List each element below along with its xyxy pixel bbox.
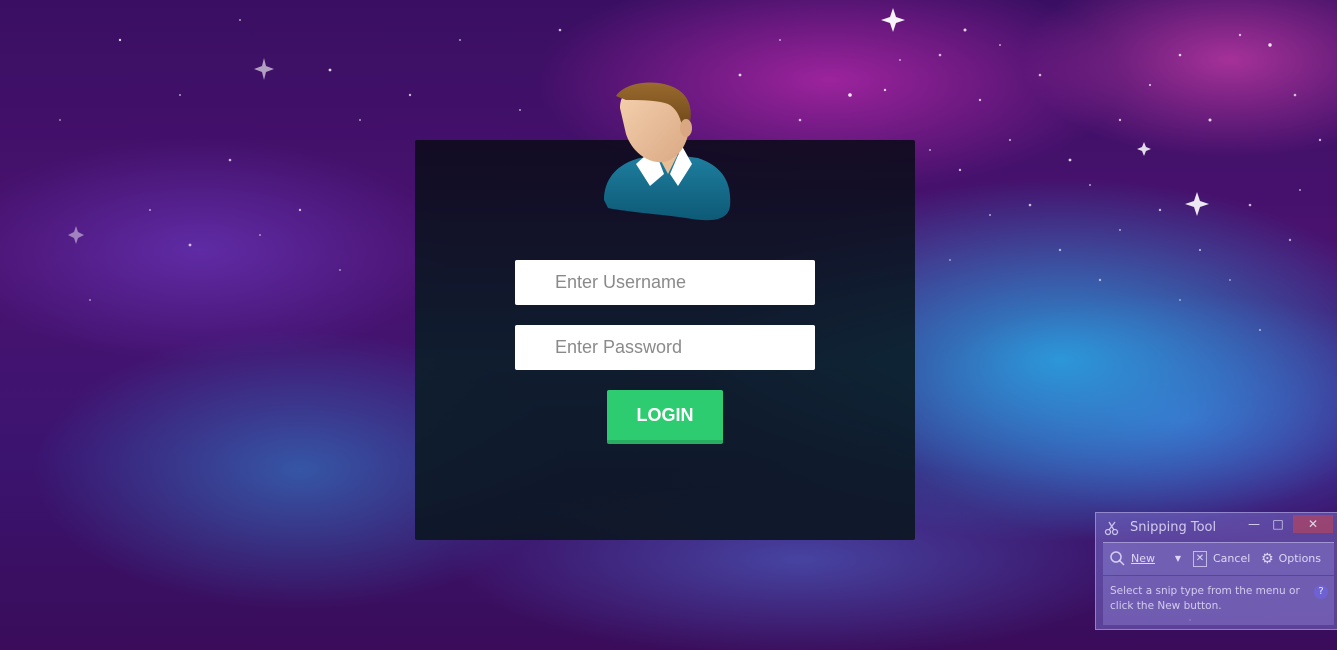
new-snip-icon — [1110, 551, 1125, 566]
cancel-snip-button[interactable]: ✕ Cancel — [1193, 543, 1250, 575]
help-icon[interactable]: ? — [1314, 585, 1328, 599]
options-label: Options — [1278, 552, 1322, 565]
snipping-tool-window[interactable]: Snipping Tool — □ ✕ New ▼ ✕ Cancel ⚙ Optio… — [1095, 512, 1337, 630]
new-dropdown-arrow[interactable]: ▼ — [1173, 543, 1183, 575]
gear-icon: ⚙ — [1261, 551, 1274, 567]
new-label: New — [1131, 552, 1155, 565]
cancel-label: Cancel — [1213, 552, 1251, 565]
close-button[interactable]: ✕ — [1293, 515, 1333, 533]
scissors-icon — [1104, 521, 1119, 535]
snipping-tool-title: Snipping Tool — [1130, 520, 1217, 535]
snipping-tool-instructions: Select a snip type from the menu or clic… — [1110, 585, 1300, 612]
minimize-button[interactable]: — — [1243, 515, 1265, 533]
cancel-icon: ✕ — [1193, 551, 1207, 567]
options-button[interactable]: ⚙ Options — [1261, 543, 1321, 575]
password-input[interactable] — [515, 325, 815, 370]
user-avatar-icon — [604, 82, 731, 221]
login-button[interactable]: LOGIN — [607, 390, 723, 444]
maximize-button[interactable]: □ — [1267, 515, 1289, 533]
new-snip-button[interactable]: New — [1109, 543, 1155, 575]
username-input[interactable] — [515, 260, 815, 305]
snipping-toolbar: New ▼ ✕ Cancel ⚙ Options — [1103, 542, 1334, 575]
snipping-tool-instructions-area: Select a snip type from the menu or clic… — [1103, 576, 1334, 625]
